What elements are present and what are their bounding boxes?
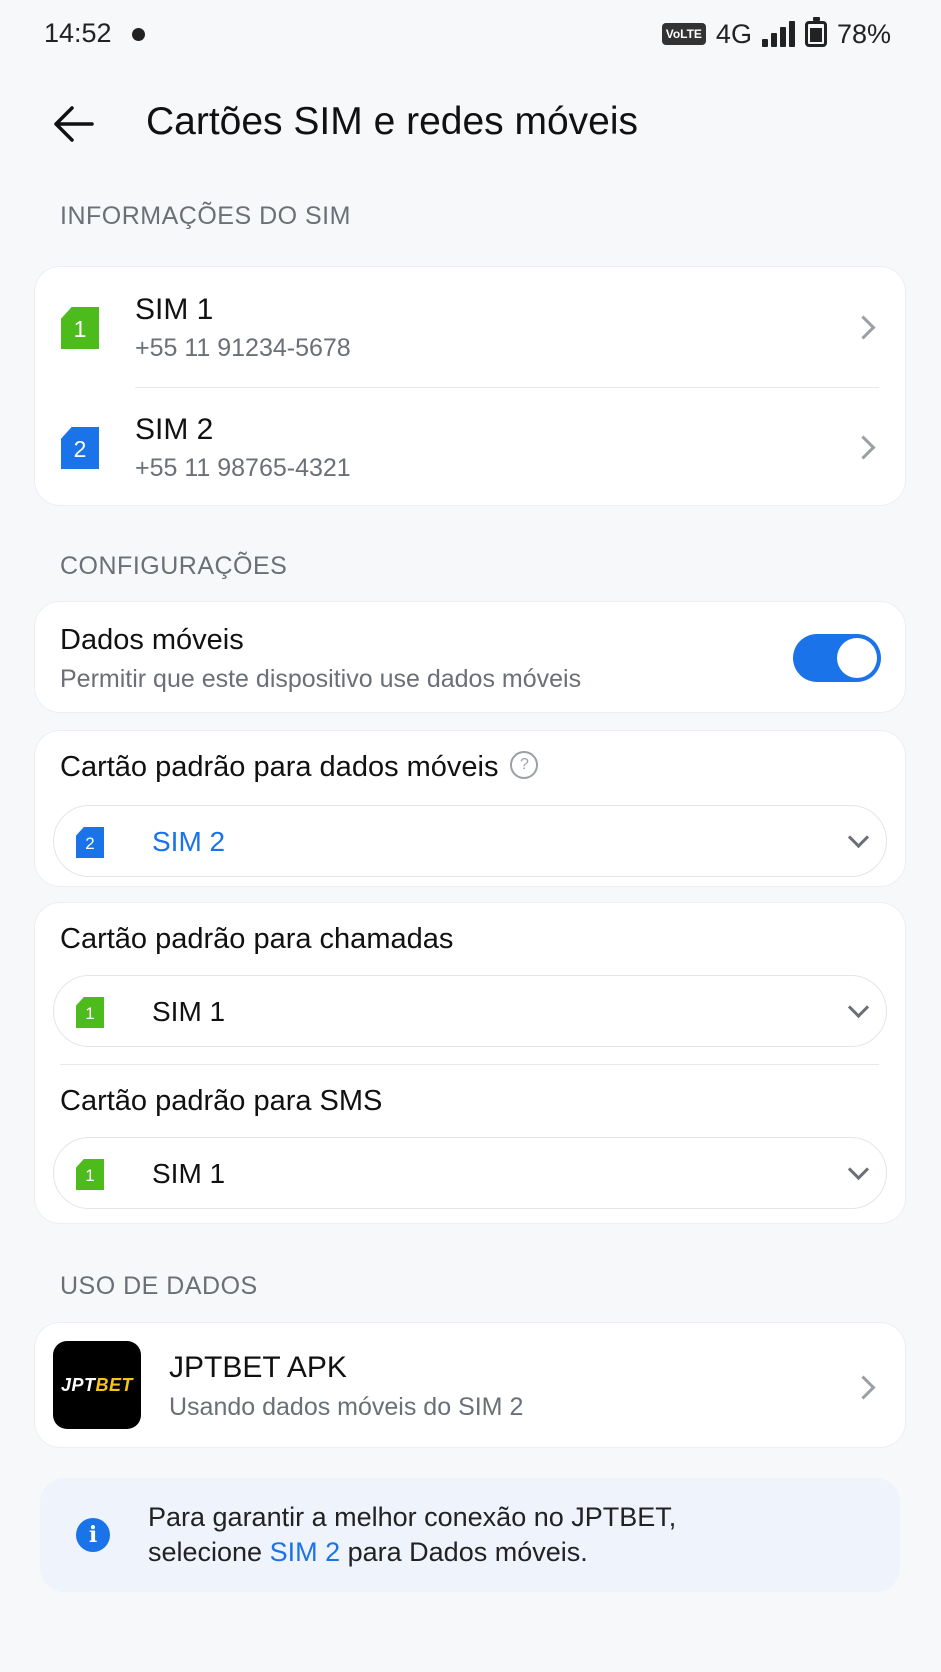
info-notice: i Para garantir a melhor conexão no JPTB… bbox=[40, 1478, 900, 1592]
default-calls-title: Cartão padrão para chamadas bbox=[60, 923, 454, 955]
app-data-usage-row[interactable]: JPT BET JPTBET APK Usando dados móveis do… bbox=[34, 1322, 906, 1448]
sim-row-1[interactable]: 1 SIM 1 +55 11 91234-5678 bbox=[35, 267, 905, 387]
default-data-value: SIM 2 bbox=[152, 826, 226, 857]
chevron-down-icon bbox=[847, 826, 870, 849]
mobile-data-toggle[interactable] bbox=[793, 634, 881, 682]
volte-icon: VoLTE bbox=[661, 23, 706, 45]
logo-text-jpt: JPT bbox=[60, 1374, 96, 1395]
network-type: 4G bbox=[715, 18, 752, 49]
battery-icon bbox=[804, 17, 827, 47]
jptbet-logo: JPT BET bbox=[53, 1341, 141, 1429]
status-icons: VoLTE 4G 78% bbox=[661, 16, 891, 52]
toggle-knob bbox=[837, 638, 877, 678]
section-label-settings: CONFIGURAÇÕES bbox=[60, 552, 288, 580]
mobile-data-card: Dados móveis Permitir que este dispositi… bbox=[34, 601, 906, 713]
page-title: Cartões SIM e redes móveis bbox=[146, 100, 639, 143]
section-label-sim-info: INFORMAÇÕES DO SIM bbox=[60, 202, 351, 230]
sim-2-icon: 2 bbox=[61, 427, 99, 469]
default-calls-sms-card: Cartão padrão para chamadas 1 SIM 1 Cart… bbox=[34, 902, 906, 1224]
chevron-right-icon bbox=[851, 315, 876, 340]
sim-info-card: 1 SIM 1 +55 11 91234-5678 2 SIM 2 +55 11… bbox=[34, 266, 906, 506]
default-sms-select[interactable]: 1 SIM 1 bbox=[53, 1137, 887, 1209]
mobile-data-subtitle: Permitir que este dispositivo use dados … bbox=[60, 665, 582, 693]
chevron-down-icon bbox=[847, 996, 870, 1019]
default-data-title: Cartão padrão para dados móveis bbox=[60, 751, 499, 783]
battery-percent: 78% bbox=[836, 18, 891, 49]
info-icon: i bbox=[76, 1518, 110, 1552]
default-sms-value: SIM 1 bbox=[152, 1158, 226, 1189]
info-line-2: selecione SIM 2 para Dados móveis. bbox=[148, 1535, 868, 1570]
chevron-right-icon bbox=[851, 435, 876, 460]
sim-2-name: SIM 2 bbox=[135, 413, 214, 446]
default-data-select[interactable]: 2 SIM 2 bbox=[53, 805, 887, 877]
notification-dot-icon bbox=[132, 28, 145, 41]
logo-text-bet: BET bbox=[95, 1374, 133, 1395]
app-subtitle: Usando dados móveis do SIM 2 bbox=[169, 1393, 524, 1421]
app-bar: Cartões SIM e redes móveis bbox=[0, 88, 941, 160]
sim-row-2[interactable]: 2 SIM 2 +55 11 98765-4321 bbox=[35, 387, 905, 507]
app-name: JPTBET APK bbox=[169, 1351, 347, 1384]
info-text: Para garantir a melhor conexão no JPTBET… bbox=[148, 1500, 868, 1570]
info-highlight-sim: SIM 2 bbox=[269, 1537, 341, 1567]
info-line-2-start: selecione bbox=[148, 1537, 270, 1567]
default-calls-select[interactable]: 1 SIM 1 bbox=[53, 975, 887, 1047]
sim-2-icon: 2 bbox=[76, 827, 104, 858]
sim-1-icon: 1 bbox=[76, 1159, 104, 1190]
sim-1-number: +55 11 91234-5678 bbox=[135, 334, 351, 362]
help-icon[interactable]: ? bbox=[510, 751, 539, 780]
default-sms-title: Cartão padrão para SMS bbox=[60, 1085, 383, 1117]
default-data-title-row: Cartão padrão para dados móveis? bbox=[60, 751, 539, 784]
back-button[interactable] bbox=[52, 104, 94, 144]
info-line-2-end: para Dados móveis. bbox=[340, 1537, 588, 1567]
chevron-down-icon bbox=[847, 1158, 870, 1181]
default-calls-value: SIM 1 bbox=[152, 996, 226, 1027]
sim-2-number: +55 11 98765-4321 bbox=[135, 454, 351, 482]
sim-1-icon: 1 bbox=[61, 307, 99, 349]
chevron-right-icon bbox=[851, 1375, 876, 1400]
sim-1-icon: 1 bbox=[76, 997, 104, 1028]
default-data-card: Cartão padrão para dados móveis? 2 SIM 2 bbox=[34, 730, 906, 887]
mobile-data-title: Dados móveis bbox=[60, 624, 244, 656]
section-label-data-usage: USO DE DADOS bbox=[60, 1272, 258, 1300]
status-time: 14:52 bbox=[44, 18, 112, 48]
arrow-left-icon bbox=[54, 106, 94, 142]
sim-1-name: SIM 1 bbox=[135, 293, 214, 326]
signal-icon bbox=[761, 21, 795, 47]
status-bar: 14:52 VoLTE 4G 78% bbox=[0, 0, 941, 70]
info-line-1: Para garantir a melhor conexão no JPTBET… bbox=[148, 1502, 677, 1532]
divider bbox=[60, 1064, 879, 1065]
